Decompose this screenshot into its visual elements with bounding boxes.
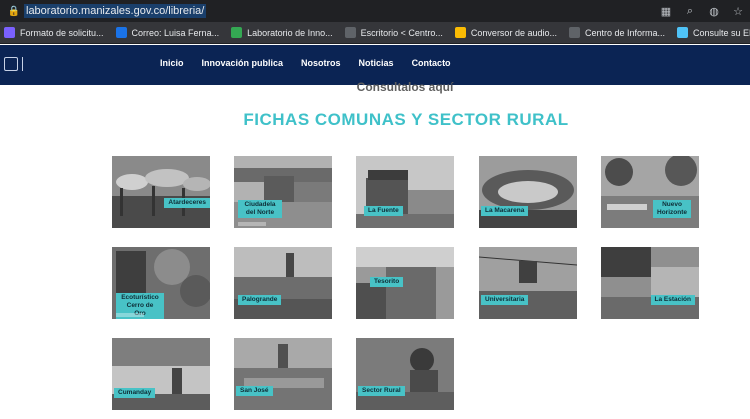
- bookmarks-bar: Formato de solicitu... Correo: Luisa Fer…: [0, 22, 750, 44]
- page-subtitle: Consultalos aquí: [356, 80, 454, 94]
- card-sector-rural[interactable]: Sector Rural: [356, 338, 454, 410]
- bookmark-item[interactable]: Correo: Luisa Ferna...: [115, 27, 220, 38]
- form-icon: [4, 27, 15, 38]
- lab-icon: [231, 27, 243, 38]
- card-label: Palogrande: [238, 295, 282, 305]
- site-logo[interactable]: [4, 57, 38, 71]
- card-palogrande[interactable]: Palogrande: [234, 247, 332, 319]
- page-title: FICHAS COMUNAS Y SECTOR RURAL: [243, 110, 569, 129]
- card-atardeceres[interactable]: Atardeceres: [112, 156, 210, 228]
- browser-url-bar: 🔒 laboratorio.manizales.gov.co/libreria/…: [0, 0, 750, 22]
- card-label: Atardeceres: [164, 198, 210, 208]
- site-navbar: Inicio Innovación publica Nosotros Notic…: [0, 45, 750, 85]
- card-label: Nuevo Horizonte: [653, 200, 691, 218]
- card-la-fuente[interactable]: La Fuente: [356, 156, 454, 228]
- card-ciudadela-del-norte[interactable]: Ciudadela del Norte: [234, 156, 332, 228]
- bookmark-label: Consulte su EPS: [693, 27, 750, 38]
- bookmark-item[interactable]: Escritorio < Centro...: [344, 27, 443, 38]
- card-photo: [112, 338, 210, 410]
- desktop-icon: [344, 27, 356, 38]
- card-la-estacion[interactable]: La Estación: [601, 247, 699, 319]
- card-label: Cumanday: [114, 388, 156, 398]
- card-photo: [601, 247, 699, 319]
- nav-noticias[interactable]: Noticias: [359, 58, 394, 68]
- card-cumanday[interactable]: Cumanday: [112, 338, 210, 410]
- lock-icon[interactable]: 🔒: [6, 3, 22, 19]
- card-footer-logos: [238, 222, 266, 226]
- bookmark-label: Escritorio < Centro...: [360, 27, 443, 38]
- card-tesorito[interactable]: Tesorito: [356, 247, 454, 319]
- nav-innovacion-publica[interactable]: Innovación publica: [202, 58, 284, 68]
- card-san-jose[interactable]: San José: [234, 338, 332, 410]
- card-label: Universitaria: [481, 295, 529, 305]
- card-label: San José: [236, 386, 273, 396]
- card-la-macarena[interactable]: La Macarena: [479, 156, 577, 228]
- bookmark-label: Correo: Luisa Ferna...: [131, 27, 220, 38]
- mail-icon: [115, 27, 127, 38]
- card-photo: [356, 156, 454, 228]
- zoom-icon[interactable]: ⌕: [682, 3, 698, 19]
- card-label: La Macarena: [481, 206, 529, 216]
- card-photo: [356, 338, 454, 410]
- nav-nosotros[interactable]: Nosotros: [301, 58, 341, 68]
- bookmark-item[interactable]: Centro de Informa...: [568, 27, 666, 38]
- card-photo: [479, 156, 577, 228]
- card-label: Tesorito: [370, 277, 404, 287]
- audio-converter-icon: [454, 27, 466, 38]
- bookmark-label: Formato de solicitu...: [20, 27, 104, 38]
- bookmark-label: Conversor de audio...: [470, 27, 557, 38]
- card-label: Sector Rural: [358, 386, 405, 396]
- card-footer-logos: [116, 313, 144, 317]
- logo-mark-icon: [22, 57, 38, 71]
- bookmark-label: Centro de Informa...: [584, 27, 666, 38]
- hide-eye-icon[interactable]: ◍: [706, 3, 722, 19]
- card-nuevo-horizonte[interactable]: Nuevo Horizonte: [601, 156, 699, 228]
- card-universitaria[interactable]: Universitaria: [479, 247, 577, 319]
- bookmark-item[interactable]: Consulte su EPS: [677, 27, 750, 38]
- card-photo: [234, 247, 332, 319]
- card-label: La Fuente: [364, 206, 403, 216]
- bookmark-item[interactable]: Formato de solicitu...: [4, 27, 104, 38]
- card-ecoturistico-cerro-de-oro[interactable]: Ecoturístico Cerro de Oro: [112, 247, 210, 319]
- nav-inicio[interactable]: Inicio: [160, 58, 184, 68]
- card-photo: [479, 247, 577, 319]
- bookmark-item[interactable]: Laboratorio de Inno...: [231, 27, 333, 38]
- bookmark-star-icon[interactable]: ☆: [730, 3, 746, 19]
- address-input[interactable]: laboratorio.manizales.gov.co/libreria/: [24, 4, 207, 18]
- nav-links: Inicio Innovación publica Nosotros Notic…: [160, 58, 451, 68]
- eps-icon: [677, 27, 689, 38]
- card-label: La Estación: [650, 295, 695, 305]
- card-photo: [234, 338, 332, 410]
- bookmark-label: Laboratorio de Inno...: [247, 27, 333, 38]
- qr-code-icon[interactable]: ▦: [658, 3, 674, 19]
- bookmark-item[interactable]: Conversor de audio...: [454, 27, 557, 38]
- url-bar-actions: ▦ ⌕ ◍ ☆: [658, 3, 746, 19]
- info-center-icon: [568, 27, 580, 38]
- nav-contacto[interactable]: Contacto: [412, 58, 451, 68]
- card-label: Ciudadela del Norte: [238, 200, 282, 218]
- logo-mark-icon: [4, 57, 18, 71]
- card-photo: [112, 156, 210, 228]
